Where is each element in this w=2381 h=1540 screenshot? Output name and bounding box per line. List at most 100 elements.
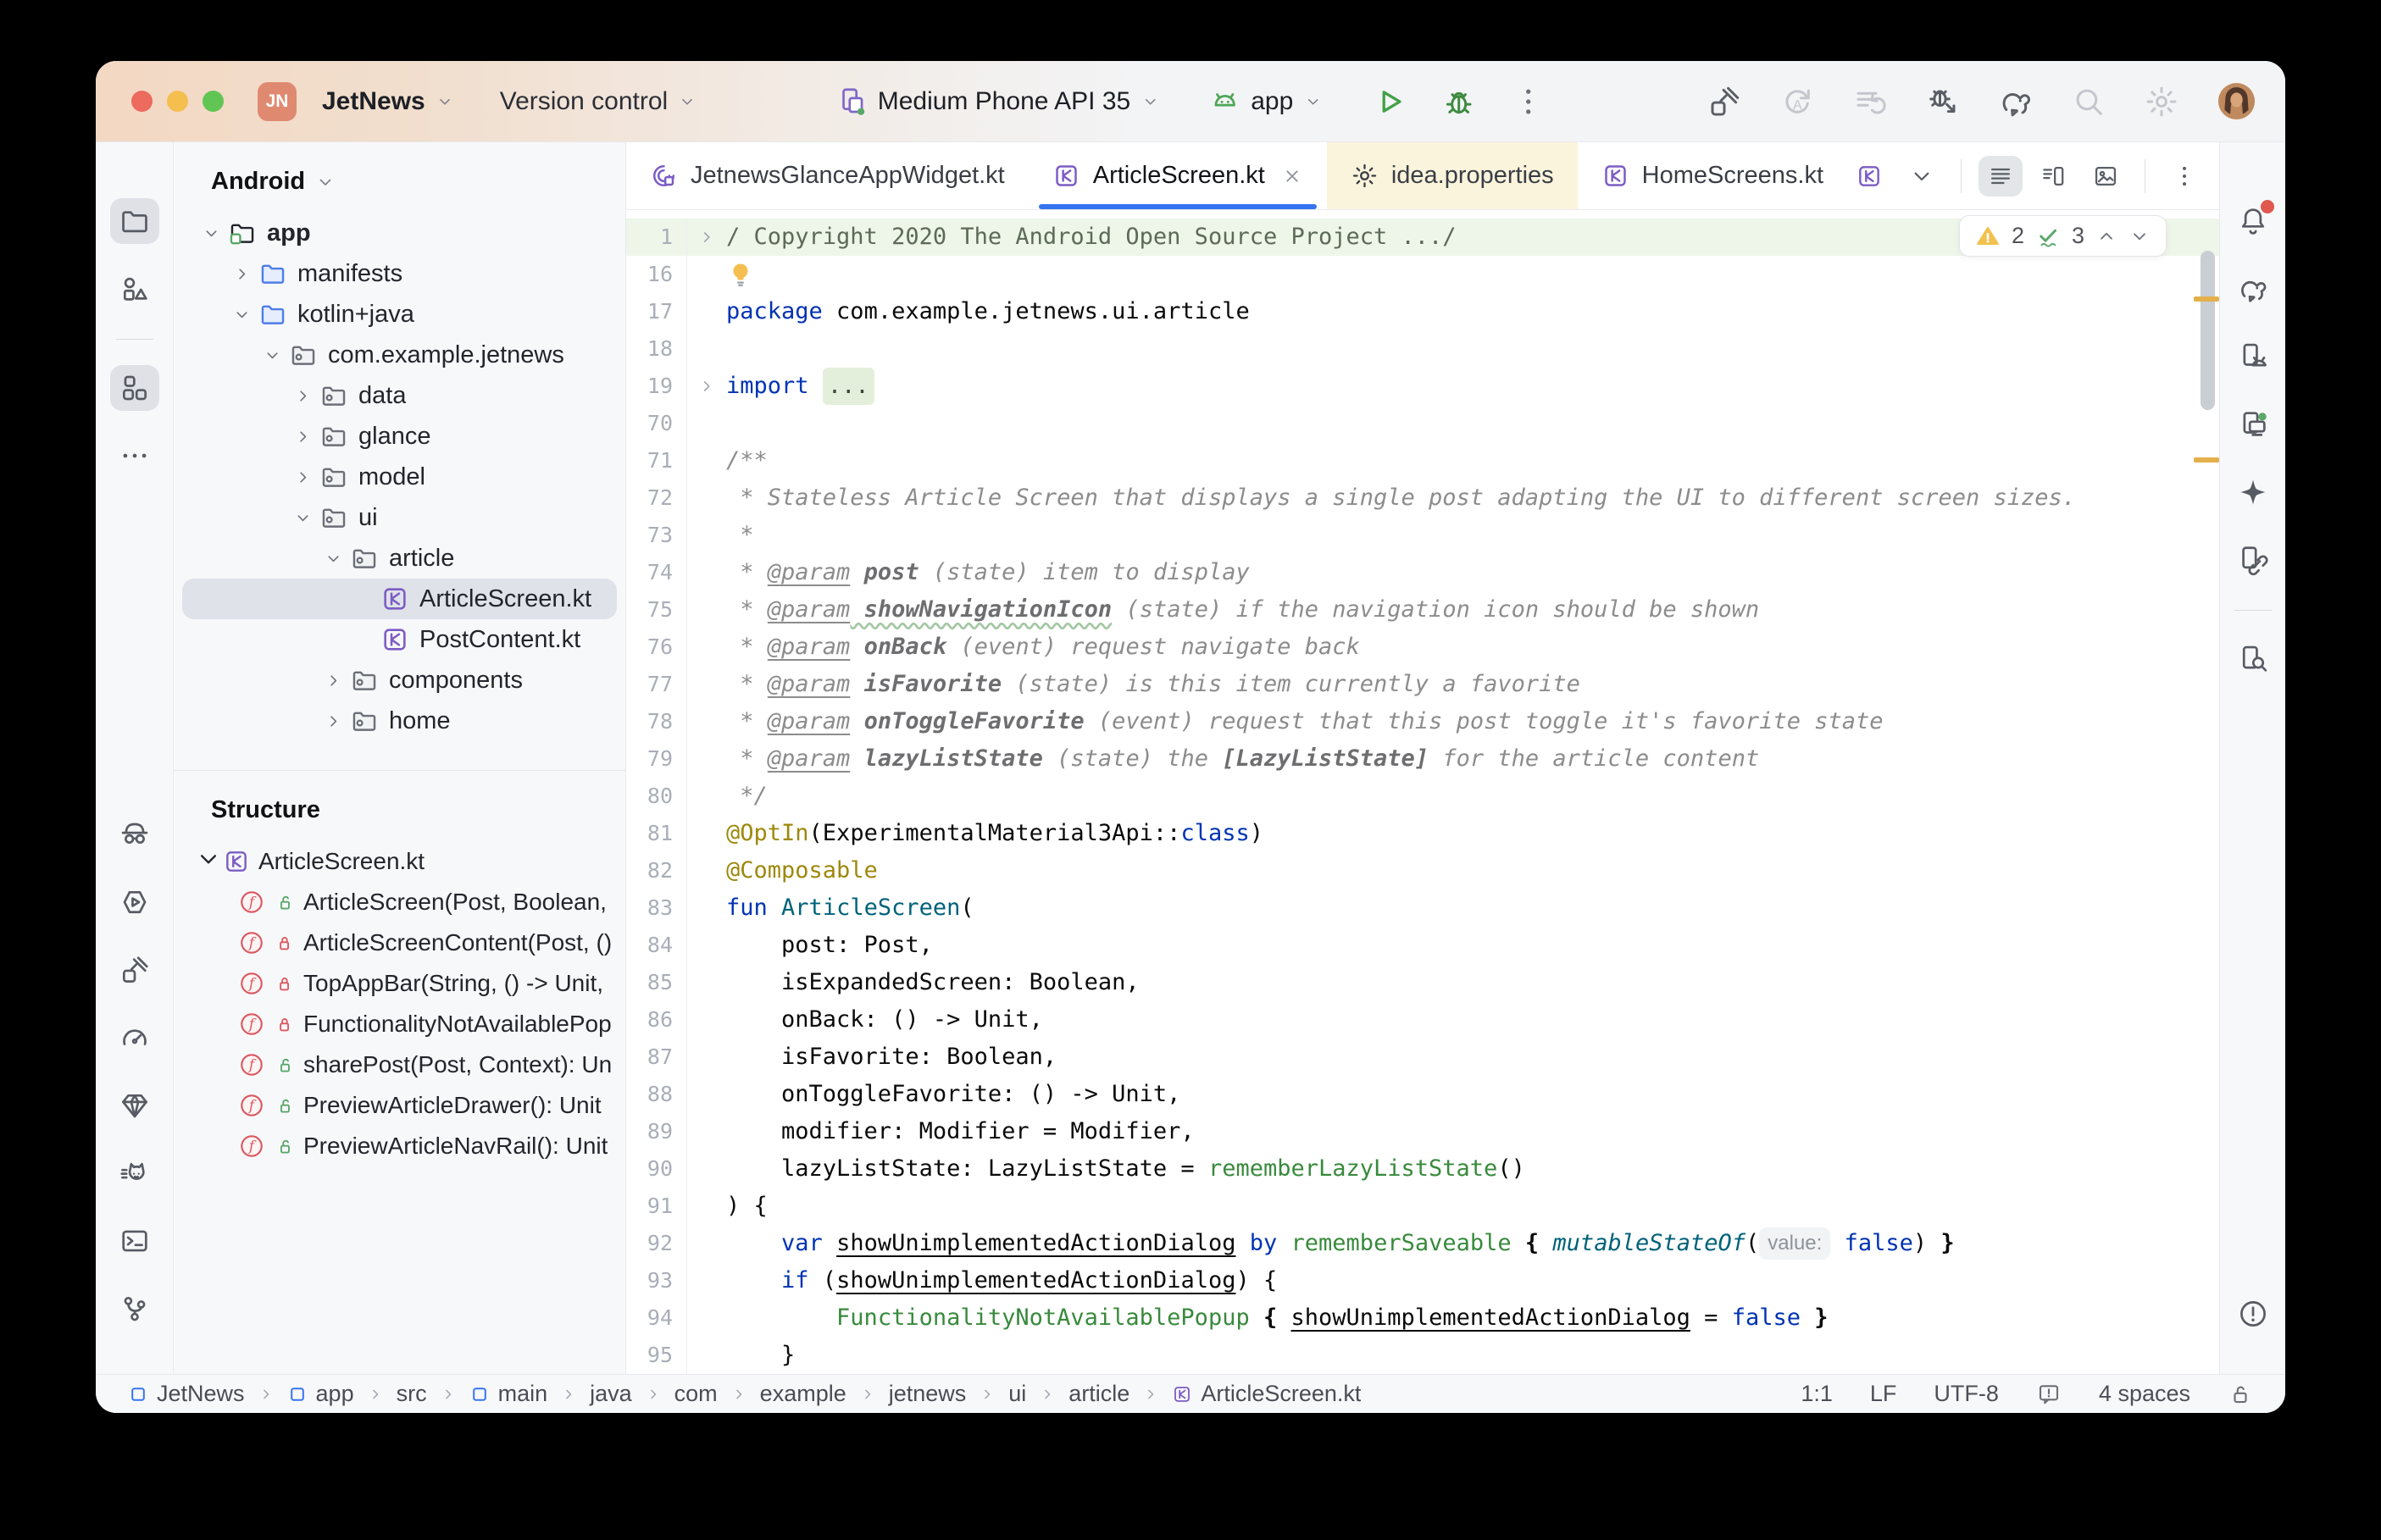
project-name-menu[interactable]: JetNews — [322, 87, 425, 116]
line-number[interactable]: 75 — [626, 591, 687, 629]
inspection-widget[interactable]: 2 3 — [1959, 215, 2167, 257]
code-line[interactable]: 90 lazyListState: LazyListState = rememb… — [626, 1150, 2219, 1188]
structure-item[interactable]: fPreviewArticleDrawer(): Unit — [182, 1085, 617, 1126]
code-line[interactable]: 78 * @param onToggleFavorite (event) req… — [626, 703, 2219, 740]
settings-button[interactable] — [2144, 84, 2179, 119]
breadcrumb-item[interactable]: com — [674, 1381, 718, 1407]
tab-idea-properties[interactable]: idea.properties — [1327, 142, 1578, 209]
tree-item[interactable]: glance — [182, 416, 617, 457]
more-actions-button[interactable] — [1510, 84, 1546, 119]
device-selector[interactable]: Medium Phone API 35 — [835, 86, 1160, 118]
breadcrumb-item[interactable]: src — [397, 1381, 427, 1407]
chevron-right-icon[interactable] — [318, 671, 348, 690]
tree-item[interactable]: manifests — [182, 253, 617, 294]
tree-item[interactable]: ArticleScreen.kt — [182, 579, 617, 619]
line-number[interactable]: 86 — [626, 1001, 687, 1039]
editor-view-code-button[interactable] — [1979, 156, 2023, 197]
code-line[interactable]: 89 modifier: Modifier = Modifier, — [626, 1113, 2219, 1150]
editor-view-split-button[interactable] — [2031, 156, 2075, 197]
close-window-button[interactable] — [131, 91, 153, 112]
code-line[interactable]: 17package com.example.jetnews.ui.article — [626, 293, 2219, 330]
gradle-tool-button[interactable] — [2228, 266, 2278, 312]
line-number[interactable]: 79 — [626, 740, 687, 778]
code-line[interactable]: 85 isExpandedScreen: Boolean, — [626, 964, 2219, 1001]
run-configuration-selector[interactable]: app — [1208, 86, 1322, 118]
code-line[interactable]: 81@OptIn(ExperimentalMaterial3Api::class… — [626, 815, 2219, 852]
recent-changes-button[interactable] — [1852, 84, 1888, 119]
line-number[interactable]: 85 — [626, 964, 687, 1001]
chevron-down-icon[interactable] — [226, 305, 257, 324]
line-number[interactable]: 95 — [626, 1337, 687, 1374]
breadcrumb-item[interactable]: example — [760, 1381, 846, 1407]
code-line[interactable]: 86 onBack: () -> Unit, — [626, 1001, 2219, 1039]
code-line[interactable]: 18 — [626, 330, 2219, 368]
running-devices-tool-button[interactable] — [2228, 402, 2278, 447]
line-number[interactable]: 70 — [626, 405, 687, 442]
warning-stripe-mark[interactable] — [2194, 457, 2219, 463]
code-line[interactable]: 71/** — [626, 442, 2219, 479]
structure-item[interactable]: fArticleScreenContent(Post, () — [182, 922, 617, 963]
warning-stripe-mark[interactable] — [2194, 296, 2219, 302]
tab-jetnewsglanceappwidget[interactable]: JetnewsGlanceAppWidget.kt — [626, 142, 1029, 209]
tree-item[interactable]: article — [182, 538, 617, 579]
breadcrumb-item[interactable]: ui — [1008, 1381, 1026, 1407]
line-number[interactable]: 17 — [626, 293, 687, 330]
structure-item[interactable]: fPreviewArticleNavRail(): Unit — [182, 1126, 617, 1166]
line-separator[interactable]: LF — [1870, 1381, 1897, 1407]
chevron-down-icon[interactable] — [196, 224, 226, 243]
code-line[interactable]: 75 * @param showNavigationIcon (state) i… — [626, 591, 2219, 629]
code-line[interactable]: 80 */ — [626, 778, 2219, 815]
more-tool-windows-button[interactable] — [110, 433, 159, 479]
chevron-down-icon[interactable] — [318, 549, 348, 568]
caret-position[interactable]: 1:1 — [1801, 1381, 1833, 1407]
vcs-menu[interactable]: Version control — [500, 87, 668, 116]
logcat-tool-button[interactable] — [110, 1150, 159, 1196]
breadcrumb-item[interactable]: jetnews — [889, 1381, 967, 1407]
apply-changes-button[interactable]: A — [1779, 84, 1815, 119]
breadcrumb-item[interactable]: JetNews — [128, 1381, 245, 1407]
structure-item[interactable]: fArticleScreen(Post, Boolean, — [182, 882, 617, 922]
code-line[interactable]: 76 * @param onBack (event) request navig… — [626, 629, 2219, 666]
structure-item[interactable]: fFunctionalityNotAvailablePop — [182, 1004, 617, 1044]
debug-button[interactable] — [1440, 84, 1476, 119]
line-number[interactable]: 71 — [626, 442, 687, 479]
attach-debugger-button[interactable] — [1925, 84, 1961, 119]
run-tool-button[interactable] — [110, 879, 159, 925]
fold-marker-icon[interactable] — [687, 368, 726, 405]
line-number[interactable]: 72 — [626, 479, 687, 517]
device-explorer-tool-button[interactable] — [2228, 636, 2278, 682]
build-button[interactable] — [1707, 84, 1742, 119]
line-number[interactable]: 91 — [626, 1188, 687, 1225]
indent-setting[interactable]: 4 spaces — [2099, 1381, 2190, 1407]
tree-item[interactable]: kotlin+java — [182, 294, 617, 335]
line-number[interactable]: 78 — [626, 703, 687, 740]
code-editor[interactable]: 1/ Copyright 2020 The Android Open Sourc… — [626, 210, 2219, 1374]
code-line[interactable]: 74 * @param post (state) item to display — [626, 554, 2219, 591]
line-number[interactable]: 83 — [626, 889, 687, 927]
structure-item[interactable]: fTopAppBar(String, () -> Unit, — [182, 963, 617, 1004]
user-avatar[interactable] — [2217, 81, 2256, 121]
structure-item[interactable]: fsharePost(Post, Context): Un — [182, 1044, 617, 1085]
editor-view-design-button[interactable] — [2084, 156, 2128, 197]
editor-more-button[interactable] — [2162, 156, 2206, 197]
file-writable-icon[interactable] — [2228, 1382, 2253, 1407]
gemini-tool-button[interactable] — [2228, 469, 2278, 515]
chevron-right-icon[interactable] — [318, 712, 348, 731]
code-line[interactable]: 19import ... — [626, 368, 2219, 405]
notifications-button[interactable] — [2228, 198, 2278, 244]
tab-articlescreen[interactable]: ArticleScreen.kt — [1029, 142, 1327, 209]
code-line[interactable]: 72 * Stateless Article Screen that displ… — [626, 479, 2219, 517]
line-number[interactable]: 80 — [626, 778, 687, 815]
project-tool-button[interactable] — [110, 198, 159, 244]
line-number[interactable]: 84 — [626, 927, 687, 964]
chevron-right-icon[interactable] — [287, 468, 318, 487]
version-control-tool-button[interactable] — [110, 1286, 159, 1332]
breadcrumb-item[interactable]: main — [469, 1381, 548, 1407]
code-line[interactable]: 82@Composable — [626, 852, 2219, 889]
line-number[interactable]: 19 — [626, 368, 687, 405]
chevron-up-icon[interactable] — [2095, 225, 2117, 247]
line-number[interactable]: 92 — [626, 1225, 687, 1262]
code-line[interactable]: 84 post: Post, — [626, 927, 2219, 964]
problems-tool-button[interactable] — [2228, 1291, 2278, 1337]
terminal-tool-button[interactable] — [110, 1218, 159, 1264]
